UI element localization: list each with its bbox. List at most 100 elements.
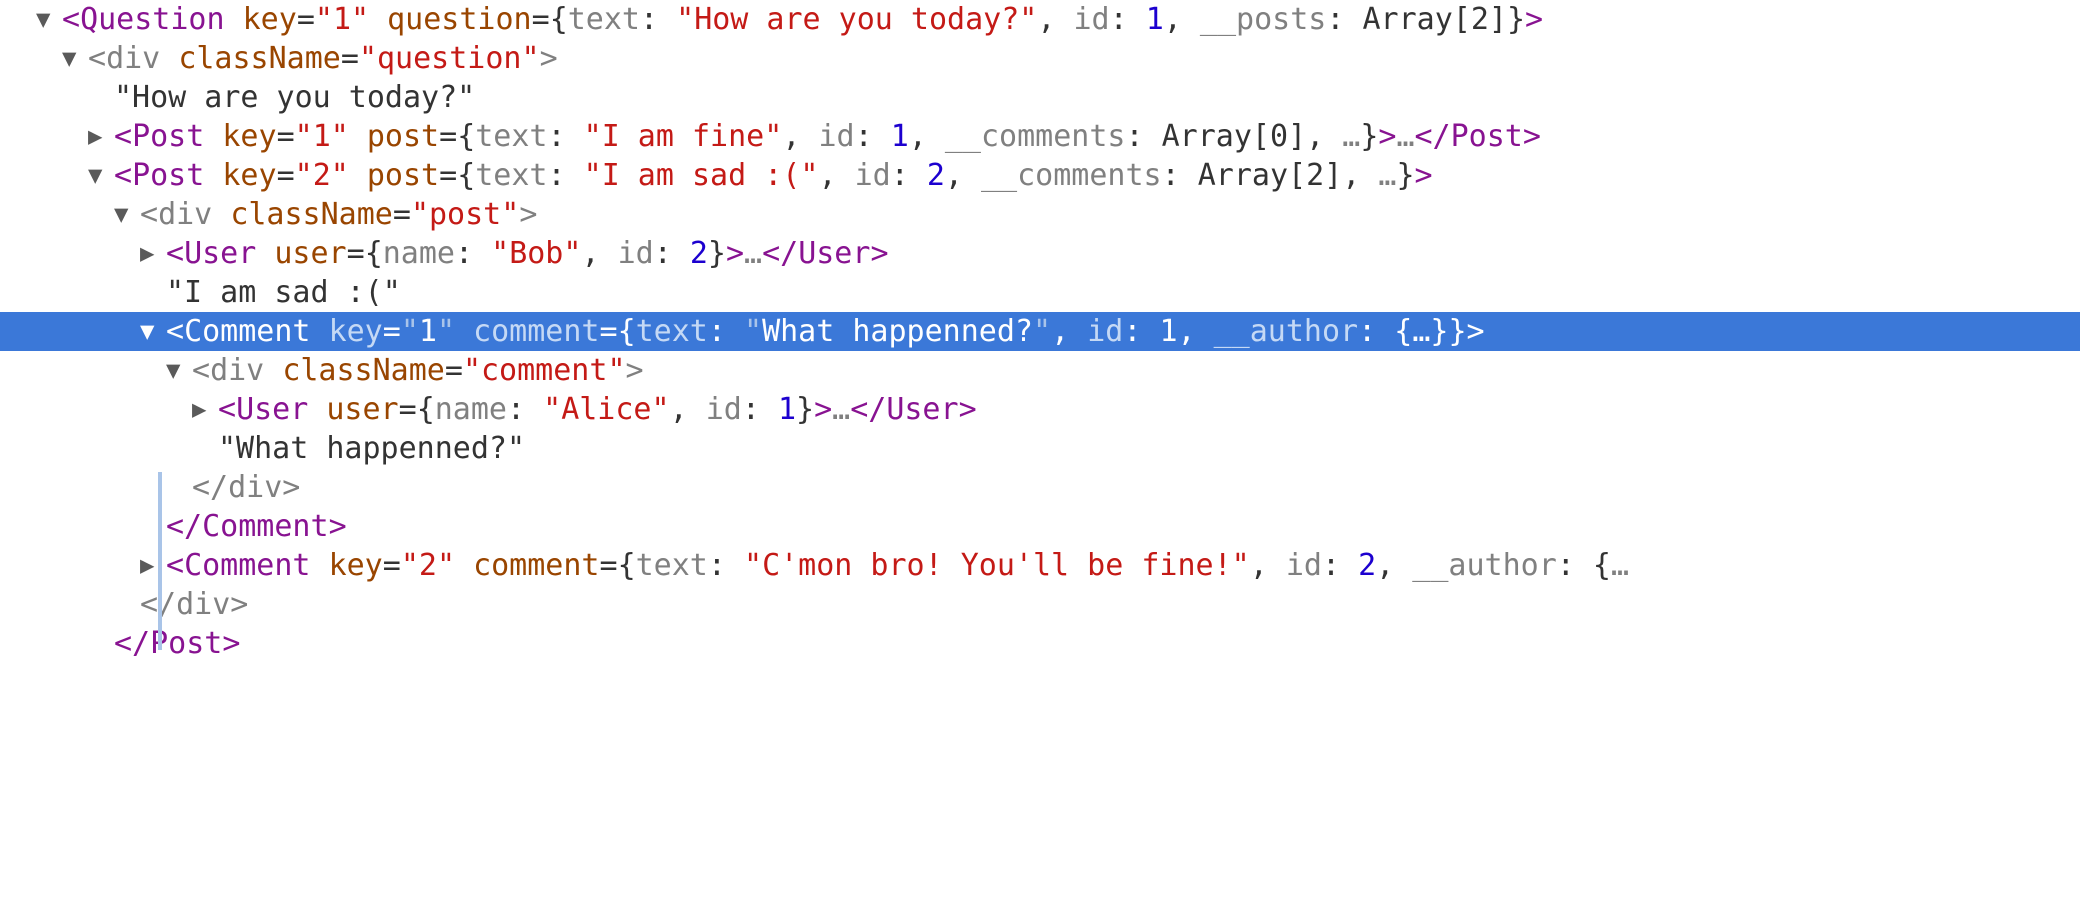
token: __comments — [944, 119, 1126, 154]
token: What happenned? — [762, 314, 1033, 349]
token: " — [314, 2, 333, 37]
token: = — [276, 119, 295, 154]
tree-row-source: "I am sad :(" — [166, 275, 401, 310]
token: 2 — [926, 158, 945, 193]
token: = — [382, 548, 401, 583]
tree-row-user-alice[interactable]: ▶ <User user={name: "Alice", id: 1}>…</Us… — [0, 390, 2080, 429]
disclosure-triangle-collapsed-icon[interactable]: ▶ — [140, 234, 166, 273]
token: I am sad :( — [601, 158, 801, 193]
react-devtools-element-tree[interactable]: ▼ <Question key="1" question={text: "How … — [0, 0, 2080, 898]
tree-row-post-textnode[interactable]: ▶"I am sad :(" — [0, 273, 2080, 312]
tree-row-source: </div> — [140, 587, 248, 622]
token: </div> — [140, 587, 249, 622]
tree-row-post-1[interactable]: ▶ <Post key="1" post={text: "I am fine", … — [0, 117, 2080, 156]
disclosure-spacer: ▶ — [140, 273, 166, 312]
token: , — [818, 158, 855, 193]
tree-row-post-2[interactable]: ▼ <Post key="2" post={text: "I am sad :("… — [0, 156, 2080, 195]
token: div — [158, 197, 213, 232]
token: 1 — [418, 314, 437, 349]
tree-row-div-post-close[interactable]: ▶</div> — [0, 585, 2080, 624]
token: , — [1163, 2, 1200, 37]
token: : — [640, 2, 677, 37]
token: { — [1394, 314, 1413, 349]
tree-row-comment-textnode[interactable]: ▶"What happenned?" — [0, 429, 2080, 468]
tree-row-source: <div className="question"> — [88, 41, 558, 76]
token: : — [1326, 2, 1363, 37]
token: Comment — [202, 509, 329, 544]
token: id — [617, 236, 654, 271]
token: : — [653, 236, 690, 271]
token: User — [798, 236, 871, 271]
token: < — [166, 314, 185, 349]
token: </ — [850, 392, 887, 427]
token: id — [854, 158, 891, 193]
tree-row-comment-1[interactable]: ▼ <Comment key="1" comment={text: "What h… — [0, 312, 2080, 351]
tree-row-div-question-open[interactable]: ▼ <div className="question"> — [0, 39, 2080, 78]
disclosure-triangle-expanded-icon[interactable]: ▼ — [36, 0, 62, 39]
token: : — [1321, 548, 1359, 583]
tree-row-source: <Post key="2" post={text: "I am sad :(",… — [114, 158, 1433, 193]
disclosure-triangle-collapsed-icon[interactable]: ▶ — [88, 117, 114, 156]
token: = — [382, 314, 401, 349]
token: > — [1378, 119, 1397, 154]
token: = — [346, 236, 365, 271]
token: } — [1430, 314, 1449, 349]
disclosure-triangle-expanded-icon[interactable]: ▼ — [114, 195, 140, 234]
disclosure-spacer: ▶ — [88, 624, 114, 663]
token: " — [410, 197, 429, 232]
disclosure-spacer: ▶ — [192, 429, 218, 468]
token: : — [455, 236, 492, 271]
token: } — [1396, 158, 1415, 193]
tree-row-question-textnode[interactable]: ▶"How are you today?" — [0, 78, 2080, 117]
token: Post — [132, 158, 205, 193]
token: … — [1610, 548, 1630, 583]
token: = — [276, 158, 295, 193]
token: className — [282, 353, 445, 388]
token: __posts — [1199, 2, 1327, 37]
token: " — [491, 236, 510, 271]
token: 1 — [890, 119, 909, 154]
token: " — [543, 392, 562, 427]
disclosure-triangle-collapsed-icon[interactable]: ▶ — [140, 546, 166, 585]
token: Bob — [509, 236, 564, 271]
disclosure-triangle-collapsed-icon[interactable]: ▶ — [192, 390, 218, 429]
token: , — [944, 158, 981, 193]
token: < — [114, 158, 133, 193]
tree-row-div-comment-close[interactable]: ▶</div> — [0, 468, 2080, 507]
token: : — [1109, 2, 1146, 37]
token: : — [547, 158, 584, 193]
tree-row-user-bob[interactable]: ▶ <User user={name: "Bob", id: 2}>…</User… — [0, 234, 2080, 273]
tree-row-comment-2[interactable]: ▶ <Comment key="2" comment={text: "C'mon … — [0, 546, 2080, 585]
token: post — [429, 197, 502, 232]
disclosure-triangle-expanded-icon[interactable]: ▼ — [166, 351, 192, 390]
token: 2 — [418, 548, 437, 583]
token: : — [741, 392, 778, 427]
disclosure-triangle-expanded-icon[interactable]: ▼ — [140, 312, 166, 351]
token: 1 — [332, 2, 351, 37]
subtree-guideline — [158, 472, 162, 650]
disclosure-triangle-expanded-icon[interactable]: ▼ — [88, 156, 114, 195]
token: " — [351, 2, 370, 37]
tree-row-comment-1-close[interactable]: ▶</Comment> — [0, 507, 2080, 546]
tree-row-div-comment-open[interactable]: ▼ <div className="comment"> — [0, 351, 2080, 390]
token: key — [328, 548, 383, 583]
token: " — [358, 41, 377, 76]
tree-row-post-2-close[interactable]: ▶</Post> — [0, 624, 2080, 663]
token: id — [1285, 548, 1322, 583]
token: … — [1412, 314, 1431, 349]
token: " — [462, 353, 481, 388]
tree-row-div-post-open[interactable]: ▼ <div className="post"> — [0, 195, 2080, 234]
token: " — [1033, 314, 1052, 349]
token: < — [218, 392, 237, 427]
token: user — [274, 236, 347, 271]
disclosure-triangle-expanded-icon[interactable]: ▼ — [62, 39, 88, 78]
token: id — [1087, 314, 1124, 349]
token: … — [744, 236, 763, 271]
tree-row-question-open[interactable]: ▼ <Question key="1" question={text: "How … — [0, 0, 2080, 39]
